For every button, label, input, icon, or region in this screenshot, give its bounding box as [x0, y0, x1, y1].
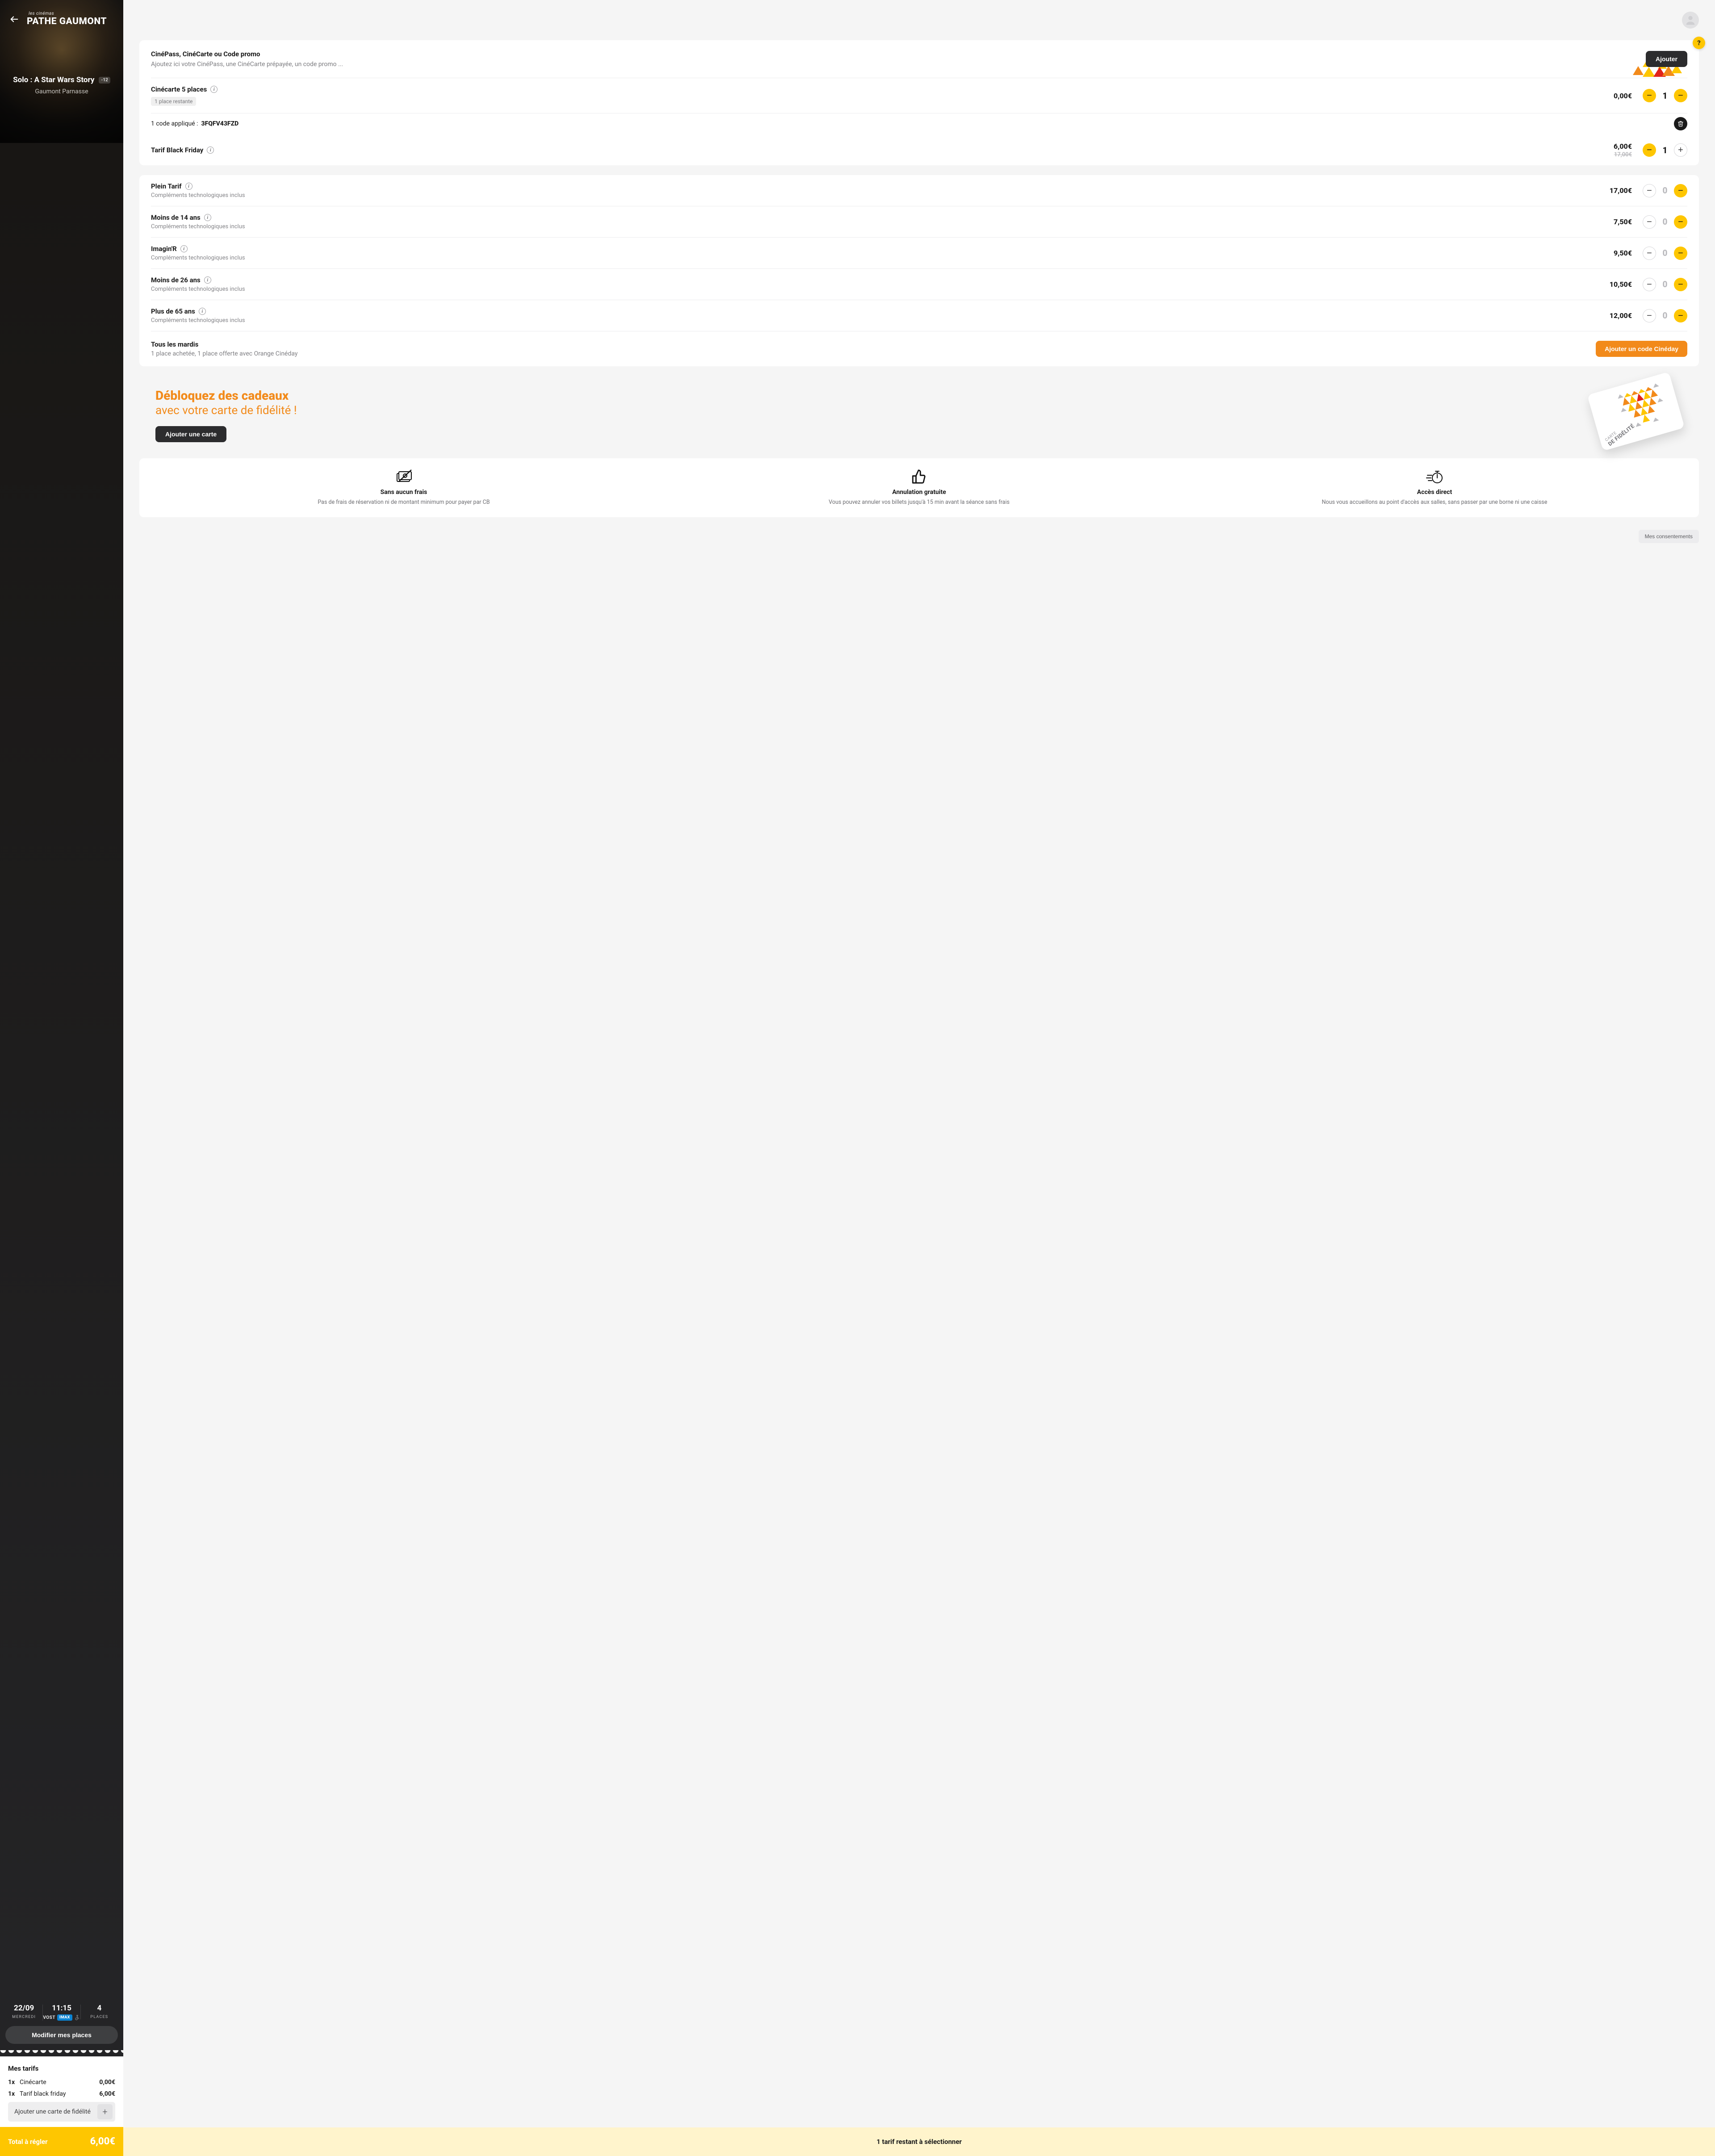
- plus-button[interactable]: −: [1674, 278, 1687, 291]
- movie-title: Solo : A Star Wars Story: [13, 75, 94, 84]
- qty-stepper: −0−: [1643, 184, 1687, 197]
- minus-button[interactable]: −: [1643, 247, 1656, 260]
- rate-row: Plein Tarif iCompléments technologiques …: [139, 175, 1699, 206]
- ticket-perforation: [0, 2050, 123, 2056]
- rate-price: 17,00€: [1610, 186, 1632, 195]
- sidebar-hero: les cinémas PATHE GAUMONT Solo : A Star …: [0, 0, 123, 143]
- brand-name: PATHE GAUMONT: [27, 17, 107, 26]
- sidebar: les cinémas PATHE GAUMONT Solo : A Star …: [0, 0, 123, 2156]
- arrow-left-icon: [9, 14, 19, 24]
- delete-code-button[interactable]: [1674, 117, 1687, 130]
- add-cineday-button[interactable]: Ajouter un code Cinéday: [1596, 341, 1687, 357]
- minus-button[interactable]: −: [1643, 309, 1656, 322]
- age-badge: -12: [99, 77, 110, 84]
- consent-button[interactable]: Mes consentements: [1639, 530, 1699, 543]
- remaining-badge: 1 place restante: [151, 97, 196, 106]
- rate-row: Moins de 26 ans iCompléments technologiq…: [139, 269, 1699, 300]
- qty-stepper: −0−: [1643, 278, 1687, 291]
- rate-row: Imagin'R iCompléments technologiques inc…: [139, 238, 1699, 268]
- session-seats: 4 PLACES: [80, 2005, 118, 2019]
- trash-icon: [1677, 121, 1684, 127]
- add-loyalty-card-button[interactable]: Ajouter une carte: [155, 426, 226, 442]
- rate-row-cinecarte: Cinécarte 5 places i 1 place restante 0,…: [139, 78, 1699, 113]
- plus-button[interactable]: −: [1674, 184, 1687, 197]
- stopwatch-icon: [1426, 469, 1443, 484]
- my-rates-panel: Mes tarifs 1x Cinécarte 0,00€ 1x Tarif b…: [0, 2056, 123, 2127]
- main-content: ? CinéPass, CinéCarte ou Code promo Ajou…: [123, 0, 1715, 2156]
- session-time: 11:15 VOST IMAX: [42, 2005, 80, 2021]
- info-icon[interactable]: i: [207, 147, 214, 154]
- rate-price: 7,50€: [1614, 218, 1632, 226]
- info-icon[interactable]: i: [199, 308, 206, 315]
- consent-row: Mes consentements: [123, 530, 1715, 551]
- benefit-cancel: Annulation gratuite Vous pouvez annuler …: [664, 469, 1175, 507]
- minus-button[interactable]: −: [1643, 278, 1656, 291]
- qty-stepper: −0−: [1643, 309, 1687, 322]
- my-rate-row: 1x Cinécarte 0,00€: [8, 2079, 115, 2086]
- info-icon[interactable]: i: [210, 86, 218, 93]
- user-icon: [1684, 14, 1697, 26]
- benefit-no-fees: Sans aucun frais Pas de frais de réserva…: [148, 469, 659, 507]
- plus-button[interactable]: −: [1674, 309, 1687, 322]
- modify-seats-button[interactable]: Modifier mes places: [5, 2026, 118, 2044]
- avatar[interactable]: [1682, 12, 1699, 29]
- promo-desc: Ajoutez ici votre CinéPass, une CinéCart…: [151, 61, 1646, 68]
- remaining-banner: 1 tarif restant à sélectionner: [123, 2127, 1715, 2156]
- qty-stepper: −0−: [1643, 247, 1687, 260]
- lang-tag: VOST: [43, 2015, 55, 2020]
- gifts-block: Débloquez des cadeaux avec votre carte d…: [139, 376, 1699, 447]
- sidebar-total: Total à régler 6,00€: [0, 2127, 123, 2156]
- rate-row-blackfriday: Tarif Black Friday i 6,00€ 17,00€ − 1 +: [139, 135, 1699, 165]
- my-rate-row: 1x Tarif black friday 6,00€: [8, 2090, 115, 2097]
- benefit-direct: Accès direct Nous vous accueillons au po…: [1179, 469, 1690, 507]
- minus-button[interactable]: −: [1643, 184, 1656, 197]
- rate-row: Plus de 65 ans iCompléments technologiqu…: [139, 300, 1699, 331]
- promo-card: CinéPass, CinéCarte ou Code promo Ajoute…: [139, 40, 1699, 165]
- cinema-name: Gaumont Parnasse: [8, 88, 115, 95]
- plus-button[interactable]: −: [1674, 89, 1687, 102]
- no-fees-icon: [394, 469, 413, 484]
- format-tag: IMAX: [57, 2014, 72, 2021]
- loyalty-card-visual: CARTEDE FIDÉLITÉ: [1587, 372, 1685, 451]
- info-icon[interactable]: i: [180, 245, 188, 252]
- qty-stepper: − 1 +: [1643, 143, 1687, 157]
- rate-price: 6,00€ 17,00€: [1614, 142, 1632, 158]
- qty-stepper: − 1 −: [1643, 89, 1687, 102]
- plus-button[interactable]: −: [1674, 247, 1687, 260]
- promo-title: CinéPass, CinéCarte ou Code promo: [151, 50, 1646, 58]
- benefits-row: Sans aucun frais Pas de frais de réserva…: [139, 458, 1699, 517]
- minus-button[interactable]: −: [1643, 143, 1656, 157]
- qty-stepper: −0−: [1643, 215, 1687, 229]
- minus-button[interactable]: −: [1643, 215, 1656, 229]
- info-icon[interactable]: i: [185, 183, 192, 190]
- info-icon[interactable]: i: [204, 276, 211, 284]
- info-icon[interactable]: i: [204, 214, 211, 221]
- rate-price: 10,50€: [1610, 280, 1632, 289]
- plus-button[interactable]: +: [1674, 143, 1687, 157]
- thumbs-up-icon: [912, 469, 927, 484]
- back-button[interactable]: [8, 13, 21, 25]
- add-promo-button[interactable]: Ajouter: [1646, 51, 1687, 67]
- plus-icon: +: [97, 2104, 113, 2119]
- session-date: 22/09 MERCREDI: [5, 2005, 42, 2019]
- applied-code-row: 1 code appliqué : 3FQFV43FZD: [139, 113, 1699, 135]
- brand-kicker: les cinémas: [29, 12, 107, 16]
- session-summary: 22/09 MERCREDI 11:15 VOST IMAX 4 PLACES …: [0, 1997, 123, 2050]
- plus-button[interactable]: −: [1674, 215, 1687, 229]
- rate-price: 12,00€: [1610, 311, 1632, 320]
- topbar: [123, 0, 1715, 29]
- my-rates-title: Mes tarifs: [8, 2064, 115, 2072]
- cineday-row: Tous les mardis 1 place achetée, 1 place…: [139, 331, 1699, 366]
- minus-button[interactable]: −: [1643, 89, 1656, 102]
- wheelchair-icon: [74, 2014, 80, 2021]
- rate-price: 9,50€: [1614, 249, 1632, 257]
- add-loyalty-card-row[interactable]: Ajouter une carte de fidélité +: [8, 2102, 115, 2122]
- brand-logo: les cinémas PATHE GAUMONT: [27, 12, 107, 26]
- rate-row: Moins de 14 ans iCompléments technologiq…: [139, 206, 1699, 237]
- rates-card: Plein Tarif iCompléments technologiques …: [139, 175, 1699, 366]
- rate-price: 0,00€: [1614, 92, 1632, 100]
